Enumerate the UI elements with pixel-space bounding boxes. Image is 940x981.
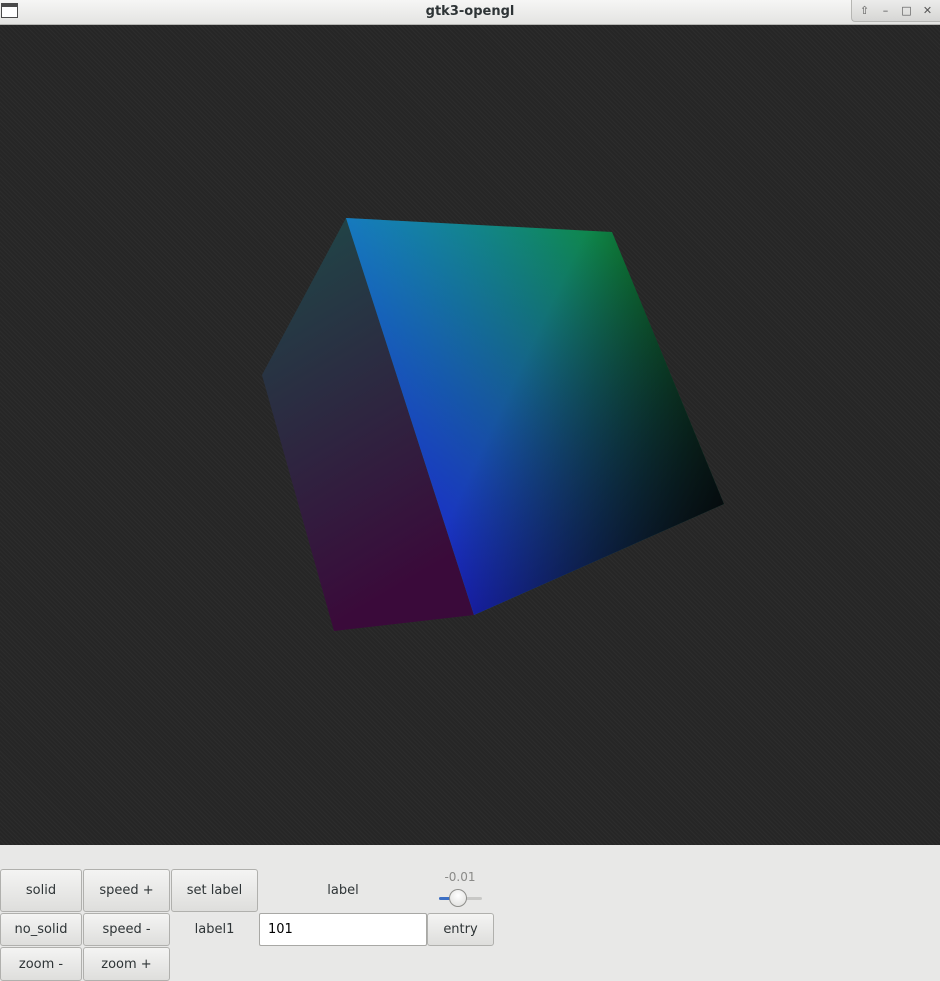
speed-minus-button[interactable]: speed - xyxy=(83,913,170,946)
minimize-icon[interactable]: – xyxy=(879,4,893,17)
opengl-canvas[interactable] xyxy=(0,25,940,845)
slider-knob[interactable] xyxy=(449,889,468,907)
text-entry[interactable] xyxy=(259,913,427,946)
label1-text: label1 xyxy=(194,922,235,937)
title-bar: gtk3-opengl ⇧ – □ ✕ xyxy=(0,0,940,25)
solid-button[interactable]: solid xyxy=(0,869,82,912)
close-icon[interactable]: ✕ xyxy=(921,4,935,17)
zoom-minus-button[interactable]: zoom - xyxy=(0,947,82,981)
speed-plus-button[interactable]: speed + xyxy=(83,869,170,912)
maximize-icon[interactable]: □ xyxy=(900,4,914,17)
slider-value: -0.01 xyxy=(444,870,476,884)
entry-button[interactable]: entry xyxy=(427,913,494,946)
no-solid-button[interactable]: no_solid xyxy=(0,913,82,946)
window-controls: ⇧ – □ ✕ xyxy=(851,0,940,22)
rgb-cube-icon xyxy=(262,218,724,631)
zoom-plus-button[interactable]: zoom + xyxy=(83,947,170,981)
label-text: label xyxy=(327,883,359,898)
set-label-button[interactable]: set label xyxy=(171,869,258,912)
window-title: gtk3-opengl xyxy=(425,4,515,19)
pin-icon[interactable]: ⇧ xyxy=(858,4,872,17)
